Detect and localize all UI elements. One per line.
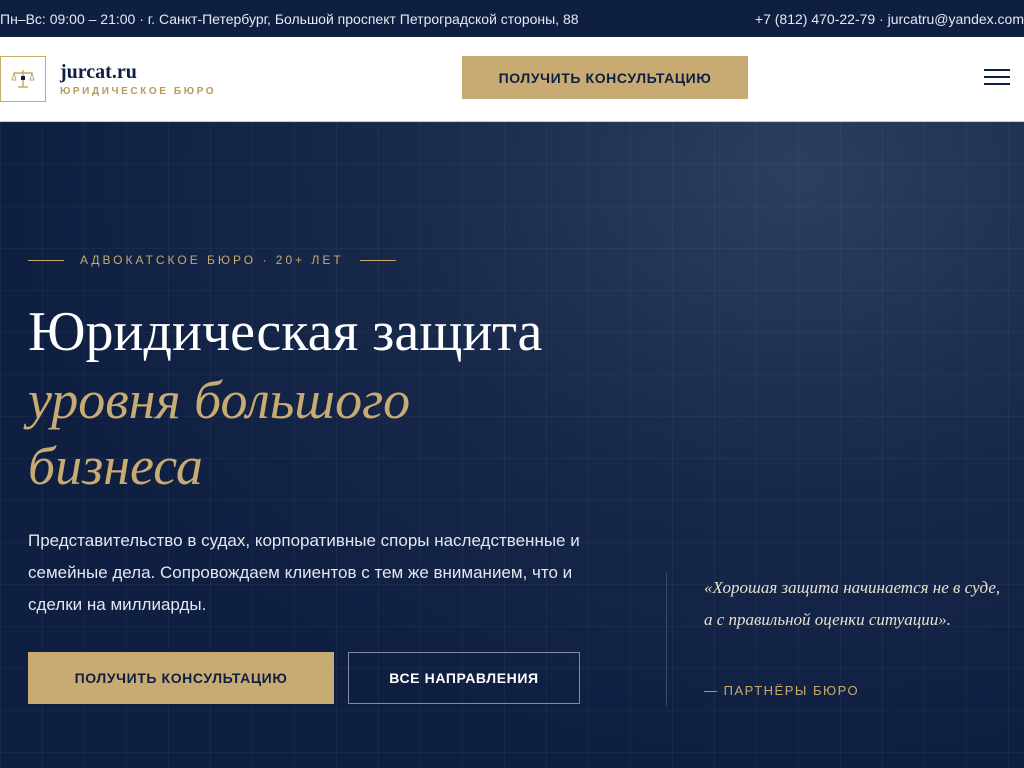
hero-description: Представительство в судах, корпоративные… <box>28 531 580 614</box>
logo-name: jurcat.ru <box>60 61 137 83</box>
site-header: jurcat.ru ЮРИДИЧЕСКОЕ БЮРО ПОЛУЧИТЬ КОНС… <box>0 37 1024 122</box>
hero-title-accent: уровня большого бизнеса <box>28 370 411 496</box>
hero-eyebrow: АДВОКАТСКОЕ БЮРО · 20+ ЛЕТ <box>28 253 396 267</box>
quote-author: — ПАРТНЁРЫ БЮРО <box>704 683 860 698</box>
top-info-bar: Пн–Вс: 09:00 – 21:00 · г. Санкт-Петербур… <box>0 0 1024 37</box>
all-services-button[interactable]: ВСЕ НАПРАВЛЕНИЯ <box>348 652 580 704</box>
hero-title: Юридическая защита <box>28 301 543 363</box>
get-consultation-button[interactable]: ПОЛУЧИТЬ КОНСУЛЬТАЦИЮ <box>28 652 334 704</box>
scales-of-justice-icon[interactable] <box>0 56 46 102</box>
quote-divider <box>666 572 667 706</box>
logo[interactable]: jurcat.ru ЮРИДИЧЕСКОЕ БЮРО <box>60 61 216 97</box>
eyebrow-text: АДВОКАТСКОЕ БЮРО · 20+ ЛЕТ <box>80 253 344 267</box>
eyebrow-line-right <box>359 259 396 261</box>
working-hours-address: Пн–Вс: 09:00 – 21:00 · г. Санкт-Петербур… <box>0 10 579 27</box>
contact-phone-email[interactable]: +7 (812) 470-22-79 · jurcatru@yandex.com <box>755 11 1024 27</box>
hamburger-menu-icon[interactable] <box>984 69 1010 87</box>
eyebrow-line-left <box>28 259 64 261</box>
logo-subtitle: ЮРИДИЧЕСКОЕ БЮРО <box>60 86 217 97</box>
header-consultation-button[interactable]: ПОЛУЧИТЬ КОНСУЛЬТАЦИЮ <box>462 56 748 99</box>
hero-section: АДВОКАТСКОЕ БЮРО · 20+ ЛЕТ Юридическая з… <box>0 122 1024 768</box>
hero-quote: «Хорошая защита начинается не в суде, а … <box>704 578 1001 629</box>
